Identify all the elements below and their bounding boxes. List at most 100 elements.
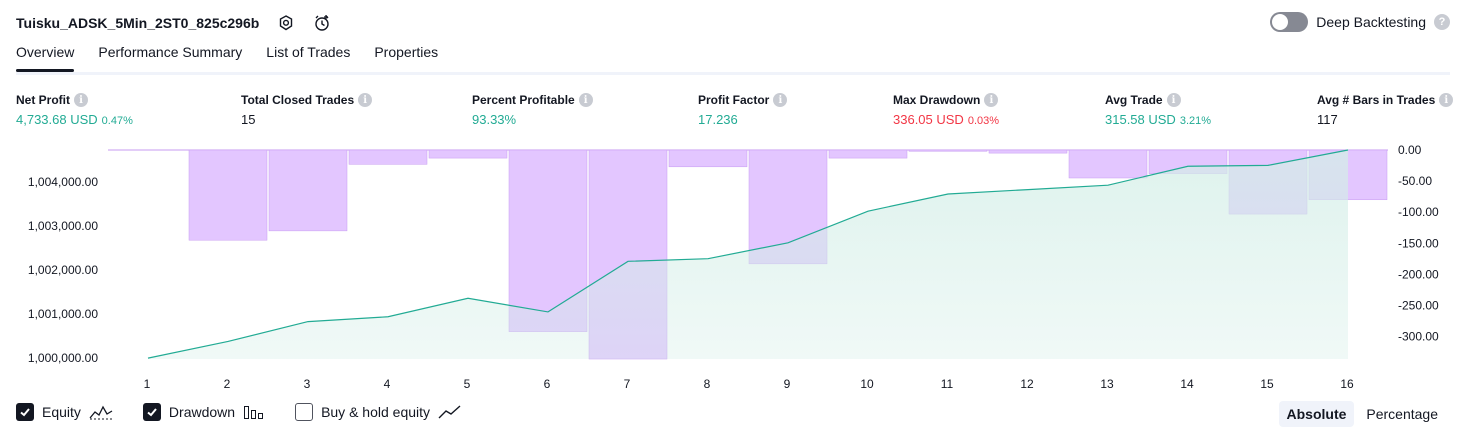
legend-label: Equity [42,404,81,420]
deep-backtesting: Deep Backtesting ? [1270,12,1450,32]
legend-buy-hold[interactable]: Buy & hold equity [295,403,462,421]
right-axis-tick: -150.00 [1398,236,1439,250]
metric-net-profit: Net Profit i 4,733.68 USD 0.47% [16,93,133,127]
metric-percent: 0.03% [967,115,1000,127]
metric-total-closed-trades: Total Closed Trades i 15 [241,93,373,127]
x-axis-tick: 9 [784,377,791,391]
metric-profit-factor: Profit Factor i 17.236 [698,93,788,127]
legend-equity[interactable]: Equity [16,403,113,421]
info-icon[interactable]: i [984,93,999,107]
drawdown-bars-icon [243,404,265,420]
equity-drawdown-chart[interactable]: 1,000,000.00 1,001,000.00 1,002,000.00 1,00… [0,140,1466,395]
metric-value: 117 [1317,112,1338,127]
metric-value: 336.05 USD [893,112,964,127]
info-icon[interactable]: i [74,93,88,107]
equity-line-icon [89,404,113,420]
drawdown-bar [188,149,268,241]
x-axis-tick: 12 [1020,377,1034,391]
tabs-divider [16,72,1450,75]
info-icon[interactable]: i [773,93,788,107]
legend-drawdown[interactable]: Drawdown [142,403,265,421]
metric-percent-profitable: Percent Profitable i 93.33% [472,93,593,127]
info-icon[interactable]: i [358,93,373,107]
metric-label: Profit Factor [698,93,770,107]
right-axis-tick: 0.00 [1398,143,1422,157]
x-axis-tick: 6 [544,377,551,391]
metric-value: 17.236 [698,112,738,127]
metric-label: Total Closed Trades [241,93,355,107]
metric-avg-trade: Avg Trade i 315.58 USD 3.21% [1105,93,1211,127]
question-icon[interactable]: ? [1434,14,1450,30]
right-axis-tick: -250.00 [1398,299,1439,313]
drawdown-bar [988,149,1068,154]
chart-legend: Equity Drawdown Buy & hold equity [16,403,462,421]
x-axis-tick: 13 [1100,377,1114,391]
metric-percent: 0.47% [101,115,133,127]
x-axis-tick: 14 [1180,377,1194,391]
metric-label: Max Drawdown [893,93,981,107]
x-axis-tick: 7 [624,377,631,391]
tab-bar: Overview Performance Summary List of Tra… [16,44,438,72]
drawdown-bar [348,149,428,165]
x-axis-tick: 15 [1260,377,1274,391]
drawdown-bar [828,149,908,159]
strategy-title: Tuisku_ADSK_5Min_2ST0_825c296b [16,15,260,31]
x-axis-tick: 5 [464,377,471,391]
legend-label: Drawdown [168,404,236,420]
left-axis-tick: 1,004,000.00 [28,175,98,189]
metric-max-drawdown: Max Drawdown i 336.05 USD 0.03% [893,93,999,127]
x-axis-tick: 11 [941,377,954,391]
metrics-row: Net Profit i 4,733.68 USD 0.47% Total Clos… [16,93,1454,133]
left-axis-tick: 1,003,000.00 [28,219,98,233]
tab-overview[interactable]: Overview [16,44,75,72]
tab-properties[interactable]: Properties [374,44,438,69]
x-axis-tick: 4 [384,377,391,391]
left-axis-tick: 1,002,000.00 [28,263,98,277]
right-axis-tick: -100.00 [1398,205,1439,219]
metric-avg-bars: Avg # Bars in Trades i 117 [1317,93,1454,127]
x-axis-tick: 10 [860,377,874,391]
x-axis-tick: 16 [1340,377,1354,391]
drawdown-bar [268,149,348,232]
header: Tuisku_ADSK_5Min_2ST0_825c296b [16,8,333,38]
x-axis-tick: 3 [304,377,311,391]
mode-switch: Absolute Percentage [1278,401,1447,427]
metric-value: 93.33% [472,112,517,127]
drawdown-bar [1068,149,1148,179]
legend-label: Buy & hold equity [321,404,431,420]
absolute-button[interactable]: Absolute [1278,401,1355,427]
metric-value: 315.58 USD [1105,112,1176,127]
metric-value: 15 [241,112,256,127]
x-axis-tick: 1 [144,377,151,391]
alert-clock-icon[interactable] [311,12,333,34]
tab-list-of-trades[interactable]: List of Trades [266,44,350,69]
metric-value: 4,733.68 USD [16,112,98,127]
checkbox-checked-icon[interactable] [142,403,161,421]
info-icon[interactable]: i [578,93,593,107]
checkbox-unchecked-icon[interactable] [295,403,314,421]
deep-backtesting-toggle[interactable] [1270,12,1309,32]
right-axis-tick: -300.00 [1398,330,1439,344]
x-axis-tick: 8 [704,377,711,391]
checkbox-checked-icon[interactable] [16,403,34,421]
metric-label: Net Profit [16,93,70,107]
metric-label: Avg # Bars in Trades [1317,93,1436,107]
drawdown-bar [668,149,748,168]
metric-label: Avg Trade [1105,93,1163,107]
buy-hold-line-icon [438,404,462,420]
toggle-knob [1272,14,1289,30]
right-axis-tick: -50.00 [1398,174,1432,188]
chart-svg: 1,000,000.00 1,001,000.00 1,002,000.00 1,00… [28,143,1439,391]
left-axis-tick: 1,001,000.00 [28,307,98,321]
drawdown-bar [908,149,988,152]
percentage-button[interactable]: Percentage [1358,401,1446,427]
tab-performance-summary[interactable]: Performance Summary [98,44,242,69]
right-axis-tick: -200.00 [1398,267,1439,281]
metric-label: Percent Profitable [472,93,575,107]
metric-percent: 3.21% [1179,115,1212,127]
settings-icon[interactable] [275,12,297,34]
info-icon[interactable]: i [1439,93,1454,107]
deep-backtesting-label: Deep Backtesting [1316,14,1426,30]
x-axis-tick: 2 [224,377,231,391]
info-icon[interactable]: i [1166,93,1181,107]
